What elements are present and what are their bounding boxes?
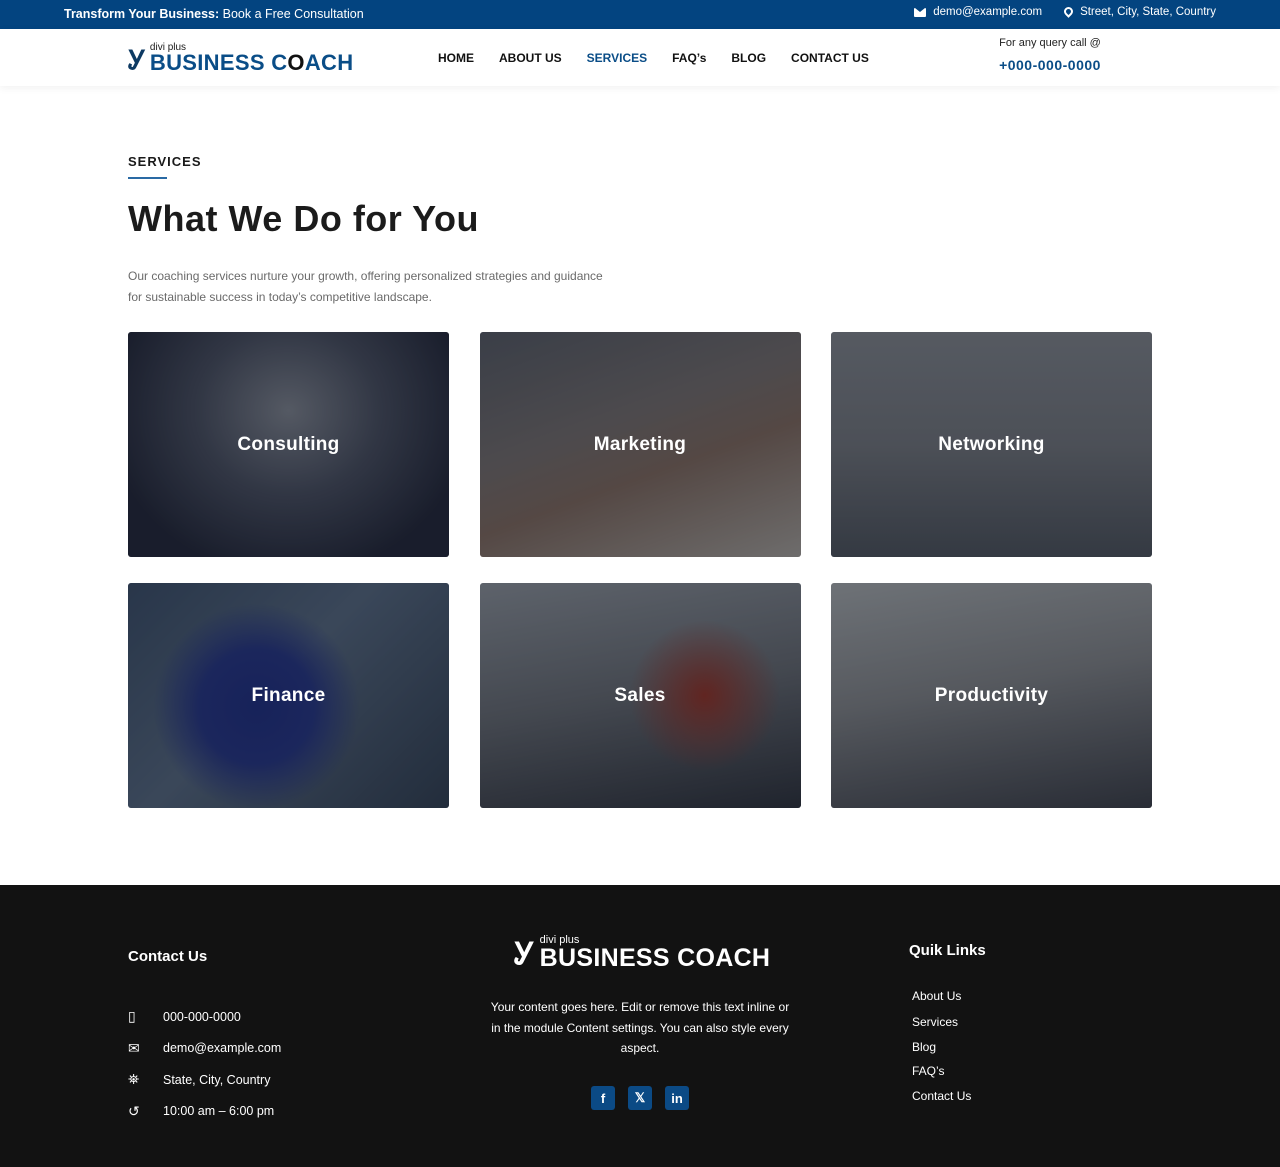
top-address: Street, City, State, Country — [1062, 4, 1216, 18]
service-card-label: Consulting — [237, 433, 340, 455]
facebook-icon[interactable]: f — [591, 1086, 615, 1110]
promo-bold: Transform Your Business: — [64, 7, 220, 21]
top-bar: Transform Your Business: Book a Free Con… — [0, 0, 1280, 29]
footer-link-about-us[interactable]: About Us — [912, 989, 971, 1015]
footer-contact-hours: ↺ 10:00 am – 6:00 pm — [128, 1102, 275, 1119]
logo-mark-icon: Ꭹ — [128, 46, 146, 76]
logo-title: BUSINESS COACH — [149, 50, 354, 75]
service-card-finance[interactable]: Finance — [128, 583, 449, 808]
service-card-marketing[interactable]: Marketing — [479, 332, 801, 557]
linkedin-icon[interactable]: in — [665, 1086, 689, 1110]
footer-contact-heading: Contact Us — [128, 948, 208, 965]
footer-contact-address: ⛯ State, City, Country — [128, 1071, 271, 1088]
call-phone[interactable]: +000-000-0000 — [990, 57, 1110, 73]
top-contact: demo@example.com Street, City, State, Co… — [914, 4, 1216, 18]
social-links: f 𝕏 in — [591, 1086, 689, 1110]
footer-logo[interactable]: Ꭹ divi plus BUSINESS COACH — [514, 935, 771, 972]
top-address-text: Street, City, State, Country — [1080, 6, 1216, 18]
eyebrow-divider — [128, 177, 167, 179]
footer-links-heading: Quik Links — [909, 942, 986, 959]
section-eyebrow: SERVICES — [128, 154, 202, 169]
x-icon[interactable]: 𝕏 — [628, 1086, 652, 1110]
footer-link-services[interactable]: Services — [912, 1015, 971, 1040]
service-card-label: Productivity — [934, 684, 1049, 706]
service-card-label: Networking — [938, 433, 1045, 455]
services-grid: Consulting Marketing Networking Finance … — [128, 332, 1152, 808]
service-card-networking[interactable]: Networking — [831, 332, 1152, 557]
quick-links: About Us Services Blog FAQ’s Contact Us — [912, 989, 971, 1113]
service-card-label: Marketing — [593, 433, 687, 455]
footer-contact-email[interactable]: ✉ demo@example.com — [128, 1033, 281, 1065]
top-email-text: demo@example.com — [933, 6, 1043, 18]
map-icon: ⛯ — [128, 1071, 140, 1088]
logo-mark-icon: Ꭹ — [514, 937, 535, 972]
footer-text: Your content goes here. Edit or remove t… — [490, 1000, 790, 1055]
nav-home[interactable]: HOME — [438, 51, 474, 65]
mail-icon — [914, 7, 927, 17]
location-pin-icon — [1062, 4, 1075, 18]
logo[interactable]: Ꭹ divi plus BUSINESS COACH — [128, 43, 354, 76]
service-card-consulting[interactable]: Consulting — [128, 332, 449, 557]
nav-blog[interactable]: BLOG — [731, 51, 766, 65]
nav-about-us[interactable]: ABOUT US — [499, 51, 562, 65]
service-card-sales[interactable]: Sales — [479, 583, 801, 808]
call-label: For any query call @ — [999, 37, 1101, 49]
site-footer: Contact Us ▯ 000-000-0000 ✉ demo@example… — [0, 885, 1280, 1167]
service-card-label: Finance — [251, 684, 326, 706]
service-card-label: Sales — [614, 684, 666, 706]
nav-services[interactable]: SERVICES — [587, 51, 647, 65]
nav-faqs[interactable]: FAQ’s — [672, 51, 706, 65]
service-card-productivity[interactable]: Productivity — [831, 583, 1152, 808]
site-header: Ꭹ divi plus BUSINESS COACH HOME ABOUT US… — [0, 29, 1280, 86]
footer-contact-list: ▯ 000-000-0000 ✉ demo@example.com ⛯ Stat… — [128, 1001, 281, 1127]
footer-link-blog[interactable]: Blog — [912, 1040, 971, 1065]
footer-link-contact-us[interactable]: Contact Us — [912, 1089, 971, 1114]
call-box: For any query call @ +000-000-0000 — [990, 37, 1110, 73]
history-icon: ↺ — [128, 1102, 140, 1119]
promo-link[interactable]: Book a Free Consultation — [219, 7, 364, 21]
mail-icon: ✉ — [128, 1039, 140, 1056]
footer-link-faqs[interactable]: FAQ’s — [912, 1064, 971, 1089]
top-email[interactable]: demo@example.com — [914, 6, 1042, 18]
section-description: Our coaching services nurture your growt… — [128, 269, 603, 304]
main-nav: HOME ABOUT US SERVICES FAQ’s BLOG CONTAC… — [438, 51, 894, 65]
promo-text[interactable]: Transform Your Business: Book a Free Con… — [64, 7, 364, 21]
footer-logo-title: BUSINESS COACH — [539, 944, 771, 972]
page-title: What We Do for You — [128, 198, 479, 239]
phone-icon: ▯ — [128, 1008, 136, 1025]
footer-contact-phone: ▯ 000-000-0000 — [128, 1008, 241, 1025]
nav-contact-us[interactable]: CONTACT US — [791, 51, 869, 65]
